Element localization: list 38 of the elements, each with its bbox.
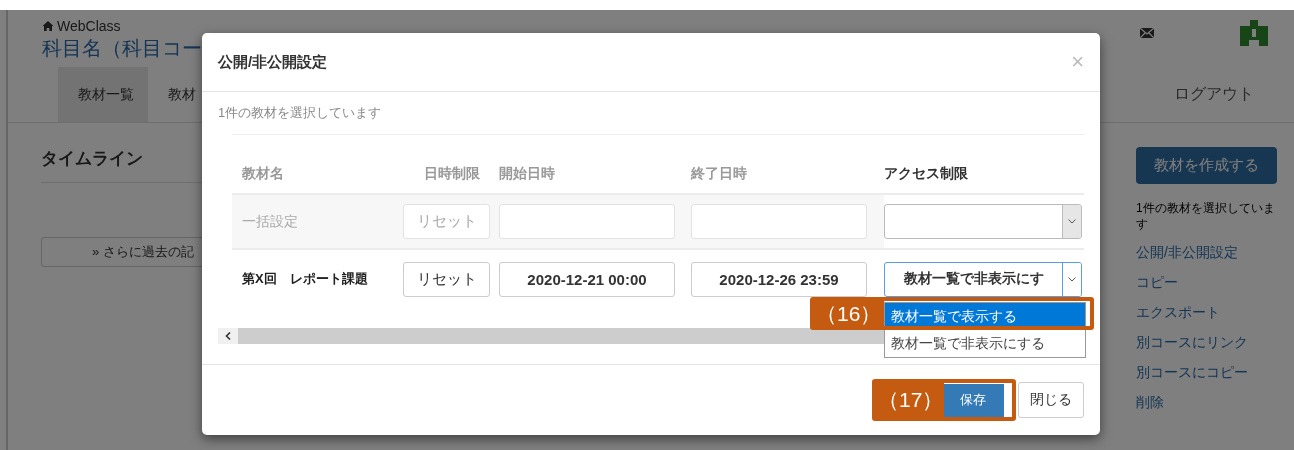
reset-button[interactable]: リセット: [403, 204, 490, 239]
dialog-title: 公開/非公開設定: [218, 52, 328, 72]
home-icon[interactable]: [42, 20, 54, 32]
selection-note: 1件の教材を選択しています: [218, 104, 383, 122]
create-button[interactable]: 教材を作成する: [1136, 147, 1277, 184]
column-header: 教材名: [241, 165, 285, 183]
access-select[interactable]: 教材一覧で非表示にす: [884, 261, 1082, 297]
date-field[interactable]: [499, 204, 675, 239]
table-cell-text: 一括設定: [241, 212, 299, 231]
scroll-left-icon[interactable]: [225, 332, 231, 340]
save-button[interactable]: 保存: [942, 383, 1004, 417]
sidebar-link[interactable]: 公開/非公開設定: [1136, 244, 1238, 262]
mail-icon[interactable]: [1140, 28, 1154, 38]
nav-tab[interactable]: 教材一覧: [58, 67, 148, 122]
date-field[interactable]: 2020-12-21 00:00: [499, 261, 675, 297]
logout-link[interactable]: ログアウト: [1174, 84, 1254, 105]
close-dialog-button[interactable]: 閉じる: [1018, 382, 1084, 418]
selection-note: 1件の教材を選択しています: [1136, 200, 1276, 232]
dropdown-option[interactable]: 教材一覧で非表示にする: [885, 330, 1085, 357]
course-title: 科目名（科目コー: [42, 36, 202, 61]
chevron-icon: [1068, 276, 1076, 282]
sidebar-link[interactable]: コピー: [1136, 274, 1178, 292]
sidebar-link[interactable]: 別コースにコピー: [1136, 364, 1248, 382]
column-header: 終了日時: [691, 165, 748, 183]
sidebar-link[interactable]: 削除: [1136, 394, 1164, 412]
chevron-icon: [1068, 219, 1076, 224]
date-field[interactable]: 2020-12-26 23:59: [691, 261, 867, 297]
reset-button[interactable]: リセット: [403, 261, 490, 297]
table-cell-text: 第X回 レポート課題: [241, 270, 369, 288]
sidebar-link[interactable]: 別コースにリンク: [1136, 334, 1248, 352]
column-header: 日時制限: [423, 165, 481, 183]
column-header: 開始日時: [499, 165, 556, 183]
sidebar-link[interactable]: エクスポート: [1136, 304, 1220, 322]
section-title: タイムライン: [41, 148, 144, 170]
brand-link[interactable]: WebClass: [57, 18, 121, 34]
puzzle-icon[interactable]: [1240, 20, 1268, 46]
column-header: アクセス制限: [884, 165, 969, 183]
date-field[interactable]: [691, 204, 867, 239]
